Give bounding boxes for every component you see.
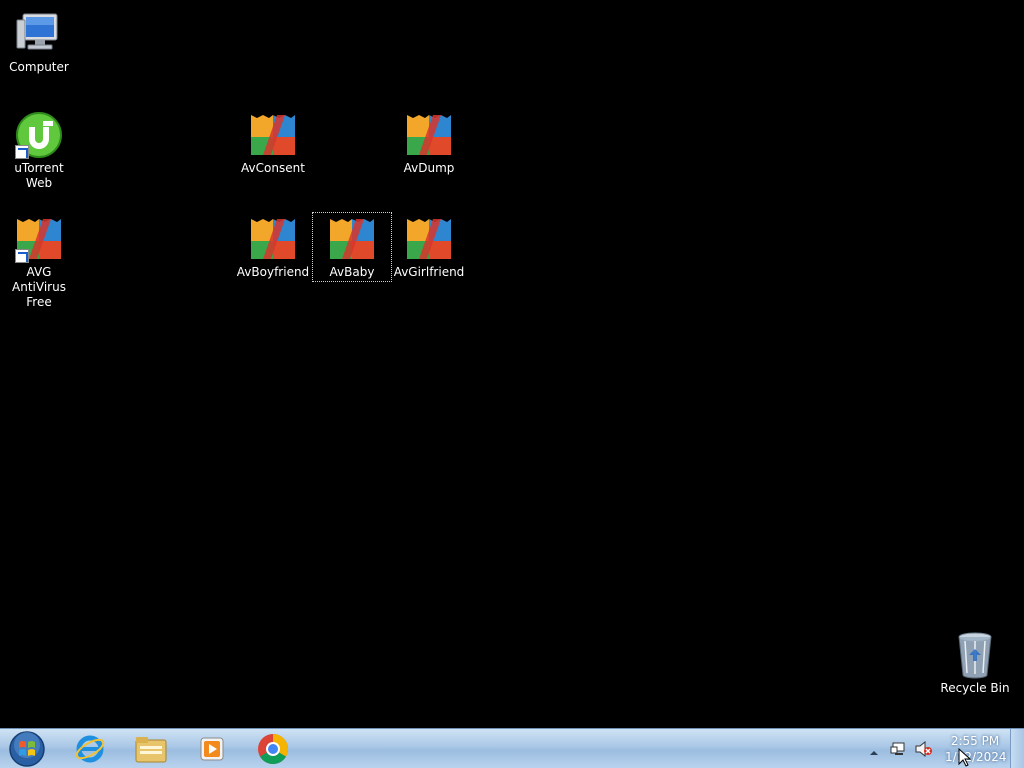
avboyfriend-desktop-icon[interactable]: AvBoyfriend — [234, 215, 312, 280]
taskbar: 2:55 PM 1/12/2024 — [0, 728, 1024, 768]
utorrent-desktop-icon[interactable]: uTorrent Web — [0, 111, 78, 191]
avgirlfriend-desktop-icon[interactable]: AvGirlfriend — [390, 215, 468, 280]
media-player-button[interactable] — [183, 730, 241, 768]
avconsent-desktop-icon[interactable]: AvConsent — [234, 111, 312, 176]
desktop: Computer uTorrent Web AVG AntiVirus Free… — [0, 0, 1024, 728]
chrome-icon — [258, 734, 289, 765]
avg-antivirus-desktop-icon[interactable]: AVG AntiVirus Free — [0, 215, 78, 310]
avg-icon — [328, 215, 376, 263]
avdump-desktop-icon[interactable]: AvDump — [390, 111, 468, 176]
start-button[interactable] — [0, 730, 54, 768]
show-desktop-button[interactable] — [1010, 729, 1024, 768]
avconsent-label: AvConsent — [241, 161, 305, 175]
avg-icon — [405, 215, 453, 263]
avg-icon — [405, 111, 453, 159]
internet-explorer-button[interactable] — [61, 730, 119, 768]
volume-muted-icon[interactable] — [915, 740, 932, 758]
utorrent-label: uTorrent Web — [14, 161, 64, 190]
computer-desktop-icon[interactable]: Computer — [0, 10, 78, 75]
avbaby-desktop-icon[interactable]: AvBaby — [312, 212, 392, 282]
avg-icon — [15, 215, 63, 263]
file-explorer-icon — [135, 737, 167, 763]
media-player-icon — [200, 737, 224, 761]
taskbar-clock[interactable]: 2:55 PM 1/12/2024 — [945, 733, 1007, 765]
utorrent-icon — [15, 111, 63, 159]
network-icon[interactable] — [890, 741, 906, 757]
shortcut-arrow-icon — [15, 249, 29, 263]
shortcut-arrow-icon — [15, 145, 29, 159]
recycle-bin-icon — [951, 631, 999, 679]
avgirlfriend-label: AvGirlfriend — [393, 265, 465, 279]
avbaby-label: AvBaby — [329, 265, 375, 279]
computer-label: Computer — [9, 60, 69, 74]
avdump-label: AvDump — [403, 161, 455, 175]
show-hidden-icons-chevron[interactable] — [869, 743, 879, 755]
computer-icon — [15, 10, 63, 58]
avg-icon — [249, 111, 297, 159]
internet-explorer-icon — [75, 735, 105, 763]
mouse-cursor-icon — [958, 748, 972, 767]
windows-start-orb-icon — [9, 731, 45, 767]
file-explorer-button[interactable] — [122, 730, 180, 768]
avg-icon — [249, 215, 297, 263]
avboyfriend-label: AvBoyfriend — [236, 265, 310, 279]
clock-date: 1/12/2024 — [945, 750, 1007, 764]
avg-antivirus-label: AVG AntiVirus Free — [12, 265, 66, 309]
recycle-bin-label: Recycle Bin — [940, 681, 1010, 695]
recycle-bin-desktop-icon[interactable]: Recycle Bin — [936, 631, 1014, 696]
chrome-button[interactable] — [244, 730, 302, 768]
clock-time: 2:55 PM — [950, 734, 1000, 748]
